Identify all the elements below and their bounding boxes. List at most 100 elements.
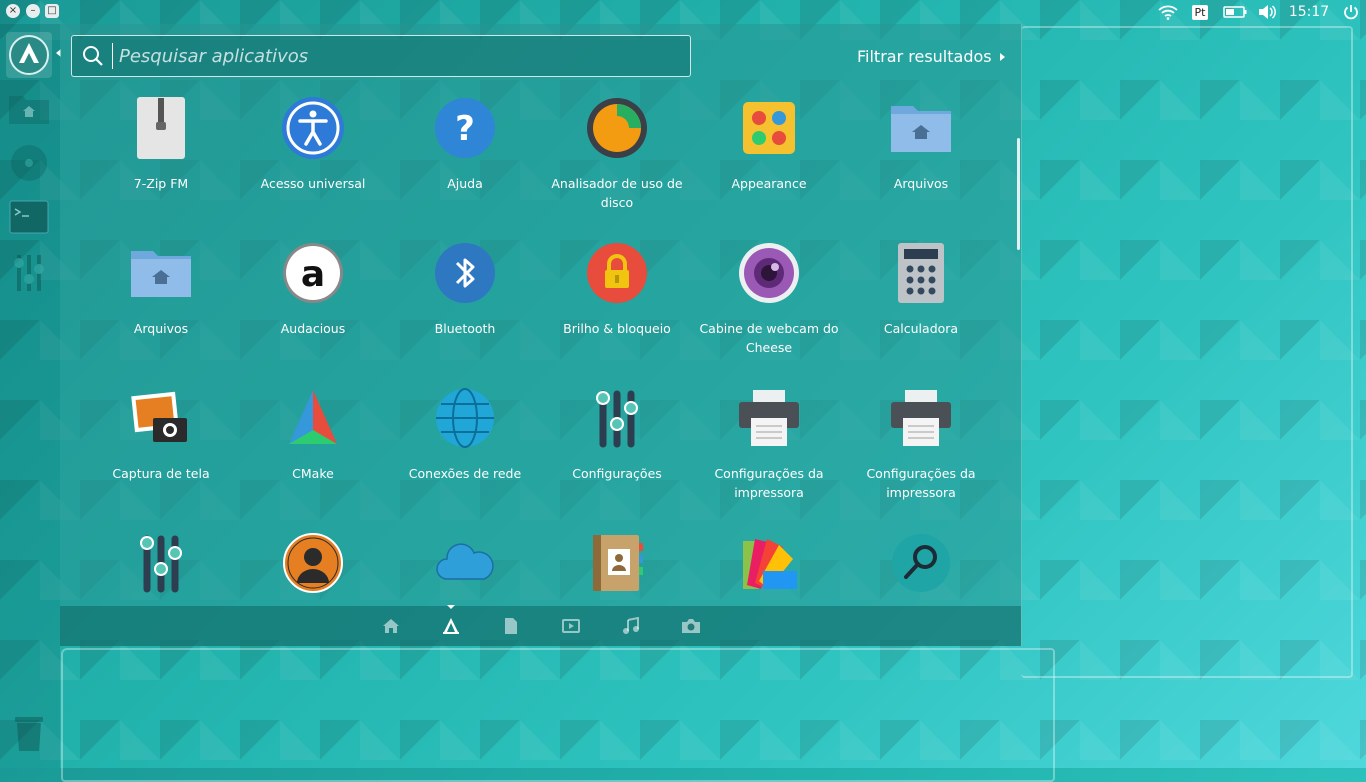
app-tile[interactable] [541,531,693,595]
accessibility-icon [281,96,345,160]
app-label: Configurações da impressora [866,466,976,500]
lock-icon [585,241,649,305]
app-tile[interactable]: Configurações da impressora [845,386,997,502]
category-tabs [60,606,1021,646]
network-globe-icon [433,386,497,450]
video-icon[interactable] [561,616,581,636]
folder-home-icon [889,96,953,160]
music-icon[interactable] [621,616,641,636]
minimize-icon[interactable]: – [26,4,40,18]
applications-icon[interactable] [441,616,461,636]
app-tile[interactable]: Appearance [693,96,845,193]
printer-icon [737,386,801,450]
app-label: Audacious [280,321,346,336]
app-tile[interactable] [693,531,845,595]
disk-usage-icon [585,96,649,160]
zip-icon [129,96,193,160]
app-tile[interactable] [237,531,389,595]
launcher-icon[interactable] [6,32,52,78]
close-icon[interactable]: × [6,4,20,18]
chevron-right-icon [999,52,1005,61]
app-label: Cabine de webcam do Cheese [699,321,839,355]
background-window-frame [61,648,1055,782]
app-label: Calculadora [883,321,959,336]
documents-icon[interactable] [501,616,521,636]
trash-icon[interactable] [6,710,52,756]
terminal-icon[interactable] [6,194,52,240]
app-label: Ajuda [447,176,483,191]
app-tile[interactable]: Acesso universal [237,96,389,193]
app-label: Captura de tela [112,466,210,481]
app-label: Conexões de rede [408,466,522,481]
search-magnifier-icon [889,531,953,595]
filter-results-label: Filtrar resultados [857,47,992,66]
app-tile[interactable] [85,531,237,595]
printer-icon [889,386,953,450]
scrollbar[interactable] [1017,138,1020,250]
app-label: Configurações [572,466,662,481]
power-icon[interactable] [1340,0,1362,24]
appearance-icon [737,96,801,160]
language-indicator[interactable]: Pt [1189,0,1211,24]
language-label: Pt [1191,4,1209,20]
top-bar: × – □ Pt 15:17 [0,0,1366,24]
svg-text:?: ? [455,109,475,149]
app-tile[interactable]: Arquivos [845,96,997,193]
audacious-icon: a [281,241,345,305]
app-tile[interactable] [845,531,997,595]
webcam-icon [737,241,801,305]
app-label: Arquivos [133,321,189,336]
app-label: CMake [292,466,334,481]
app-tile[interactable]: 7-Zip FM [85,96,237,193]
app-label: 7-Zip FM [133,176,189,191]
app-tile[interactable]: Configurações da impressora [693,386,845,502]
settings-sliders-icon [585,386,649,450]
app-tile[interactable]: Bluetooth [389,241,541,338]
search-icon [82,45,104,67]
app-tile[interactable]: Conexões de rede [389,386,541,483]
svg-text:a: a [301,254,325,295]
app-label: Acesso universal [260,176,366,191]
search-input[interactable] [119,45,690,67]
app-label: Brilho & bloqueio [563,321,671,336]
app-tile[interactable]: Arquivos [85,241,237,338]
volume-icon[interactable] [1256,0,1278,24]
app-tile[interactable]: Captura de tela [85,386,237,483]
filter-results-button[interactable]: Filtrar resultados [857,47,1005,66]
disc-icon[interactable] [6,140,52,186]
screenshot-icon [129,386,193,450]
app-label: Arquivos [893,176,949,191]
battery-icon[interactable] [1222,0,1248,24]
search-bar[interactable] [71,35,691,77]
cloud-icon [433,531,497,595]
background-window-frame [1021,26,1353,678]
camera-icon[interactable] [681,616,701,636]
text-cursor [112,43,113,69]
app-tile[interactable]: ? Ajuda [389,96,541,193]
app-tile[interactable]: CMake [237,386,389,483]
app-label: Analisador de uso de disco [551,176,683,210]
app-tile[interactable]: Configurações [541,386,693,483]
wifi-icon[interactable] [1157,0,1179,24]
home-icon[interactable] [381,616,401,636]
contacts-icon [585,531,649,595]
app-tile[interactable]: Analisador de uso de disco [541,96,693,212]
app-tile[interactable]: Cabine de webcam do Cheese [693,241,845,357]
help-icon: ? [433,96,497,160]
settings-sliders-icon[interactable] [6,250,52,296]
clock[interactable]: 15:17 [1287,0,1331,24]
settings-sliders-icon [129,531,193,595]
app-label: Bluetooth [434,321,496,336]
cmake-icon [281,386,345,450]
user-icon [281,531,345,595]
maximize-icon[interactable]: □ [45,4,59,18]
app-tile[interactable]: a Audacious [237,241,389,338]
app-tile[interactable] [389,531,541,595]
calculator-icon [889,241,953,305]
folder-home-icon [129,241,193,305]
app-label: Appearance [731,176,807,191]
app-tile[interactable]: Calculadora [845,241,997,338]
app-tile[interactable]: Brilho & bloqueio [541,241,693,338]
files-icon[interactable] [6,86,52,132]
bluetooth-icon [433,241,497,305]
